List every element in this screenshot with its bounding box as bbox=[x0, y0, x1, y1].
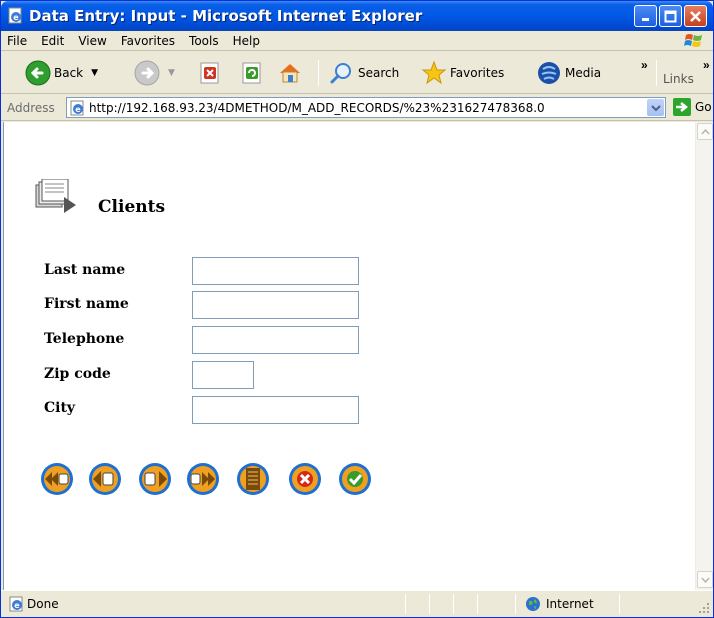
status-text: Done bbox=[27, 597, 59, 611]
resize-grip-icon[interactable] bbox=[698, 602, 710, 614]
minimize-button[interactable] bbox=[634, 5, 657, 27]
title-bar[interactable]: e Data Entry: Input - Microsoft Internet… bbox=[1, 1, 713, 31]
home-button[interactable] bbox=[277, 59, 303, 87]
address-bar: Address e Go bbox=[1, 95, 713, 121]
status-bar: e Done Internet bbox=[1, 590, 713, 617]
address-label: Address bbox=[7, 101, 55, 115]
maximize-icon bbox=[664, 10, 677, 22]
favorites-star-icon bbox=[421, 60, 447, 85]
toolbar: Back ▼ ▼ Search Favorites Media » Links … bbox=[1, 52, 713, 94]
menu-view[interactable]: View bbox=[71, 34, 113, 48]
scroll-up-button[interactable] bbox=[697, 123, 713, 140]
links-overflow-button[interactable]: » bbox=[703, 58, 710, 72]
security-zone-label: Internet bbox=[546, 597, 594, 611]
previous-record-icon[interactable] bbox=[88, 462, 122, 496]
back-label: Back bbox=[54, 66, 84, 80]
chevron-down-icon bbox=[700, 577, 710, 583]
back-dropdown-icon[interactable]: ▼ bbox=[91, 68, 98, 78]
svg-text:e: e bbox=[14, 601, 20, 610]
search-icon bbox=[330, 63, 351, 84]
last-name-field[interactable] bbox=[192, 257, 359, 285]
clients-table-icon bbox=[35, 179, 76, 213]
next-record-icon[interactable] bbox=[138, 462, 172, 496]
menu-tools[interactable]: Tools bbox=[182, 34, 226, 48]
links-button[interactable]: Links bbox=[663, 72, 694, 86]
search-button[interactable]: Search bbox=[329, 59, 399, 87]
media-label: Media bbox=[565, 66, 602, 80]
telephone-field[interactable] bbox=[192, 326, 359, 354]
stop-icon bbox=[200, 62, 219, 84]
validate-icon[interactable] bbox=[338, 462, 372, 496]
refresh-icon bbox=[242, 62, 261, 84]
list-records-icon[interactable] bbox=[236, 462, 270, 496]
menu-favorites[interactable]: Favorites bbox=[114, 34, 182, 48]
maximize-button[interactable] bbox=[659, 5, 682, 27]
status-separator bbox=[477, 594, 478, 614]
svg-text:e: e bbox=[13, 13, 19, 22]
home-icon bbox=[280, 64, 300, 83]
city-field[interactable] bbox=[192, 396, 359, 424]
toolbar-separator bbox=[656, 60, 657, 86]
status-separator bbox=[429, 594, 430, 614]
ie-page-icon: e bbox=[8, 7, 22, 24]
chevron-down-icon bbox=[650, 104, 661, 111]
toolbar-separator bbox=[318, 60, 319, 86]
first-record-icon[interactable] bbox=[40, 462, 74, 496]
ie-page-icon: e bbox=[9, 596, 23, 612]
browser-window: e Data Entry: Input - Microsoft Internet… bbox=[0, 0, 714, 618]
chevron-up-icon bbox=[700, 128, 710, 134]
city-label: City bbox=[44, 400, 76, 416]
address-dropdown-button[interactable] bbox=[647, 99, 664, 116]
forward-button[interactable]: ▼ bbox=[134, 59, 175, 87]
back-button[interactable]: Back ▼ bbox=[25, 59, 98, 87]
windows-logo-icon bbox=[684, 34, 702, 47]
first-name-label: First name bbox=[44, 296, 129, 312]
status-separator bbox=[515, 594, 516, 614]
zip-code-label: Zip code bbox=[44, 366, 111, 382]
menu-edit[interactable]: Edit bbox=[34, 34, 71, 48]
cancel-icon[interactable] bbox=[288, 462, 322, 496]
close-icon bbox=[690, 10, 701, 22]
internet-globe-icon bbox=[526, 597, 540, 611]
address-input[interactable] bbox=[89, 99, 644, 117]
page-content: Clients Last name First name Telephone Z… bbox=[3, 122, 695, 590]
stop-button[interactable] bbox=[197, 59, 223, 87]
menu-bar: File Edit View Favorites Tools Help bbox=[1, 31, 713, 51]
status-separator bbox=[619, 594, 620, 614]
minimize-icon bbox=[641, 18, 649, 21]
window-title: Data Entry: Input - Microsoft Internet E… bbox=[29, 7, 423, 25]
page-title: Clients bbox=[98, 197, 166, 217]
menu-help[interactable]: Help bbox=[226, 34, 267, 48]
ie-page-icon: e bbox=[70, 100, 84, 116]
status-separator bbox=[453, 594, 454, 614]
search-label: Search bbox=[358, 66, 400, 80]
refresh-button[interactable] bbox=[239, 59, 265, 87]
status-separator bbox=[405, 594, 406, 614]
first-name-field[interactable] bbox=[192, 291, 359, 319]
media-icon bbox=[538, 62, 560, 84]
go-label: Go bbox=[695, 100, 712, 114]
scroll-down-button[interactable] bbox=[697, 571, 713, 588]
favorites-button[interactable]: Favorites bbox=[421, 59, 504, 87]
media-button[interactable]: Media bbox=[536, 59, 601, 87]
address-box[interactable]: e bbox=[66, 97, 666, 118]
back-arrow-icon bbox=[25, 60, 51, 86]
vertical-scrollbar[interactable] bbox=[695, 122, 713, 590]
go-arrow-icon bbox=[673, 98, 691, 116]
zip-code-field[interactable] bbox=[192, 361, 254, 389]
svg-text:e: e bbox=[75, 105, 81, 114]
forward-dropdown-icon[interactable]: ▼ bbox=[168, 68, 175, 78]
last-name-label: Last name bbox=[44, 262, 126, 278]
menu-file[interactable]: File bbox=[1, 34, 34, 48]
close-button[interactable] bbox=[684, 5, 707, 27]
last-record-icon[interactable] bbox=[186, 462, 220, 496]
favorites-label: Favorites bbox=[450, 66, 505, 80]
forward-arrow-icon bbox=[134, 60, 160, 86]
go-button[interactable]: Go bbox=[673, 98, 712, 116]
toolbar-overflow-button[interactable]: » bbox=[641, 58, 648, 72]
telephone-label: Telephone bbox=[44, 331, 125, 347]
